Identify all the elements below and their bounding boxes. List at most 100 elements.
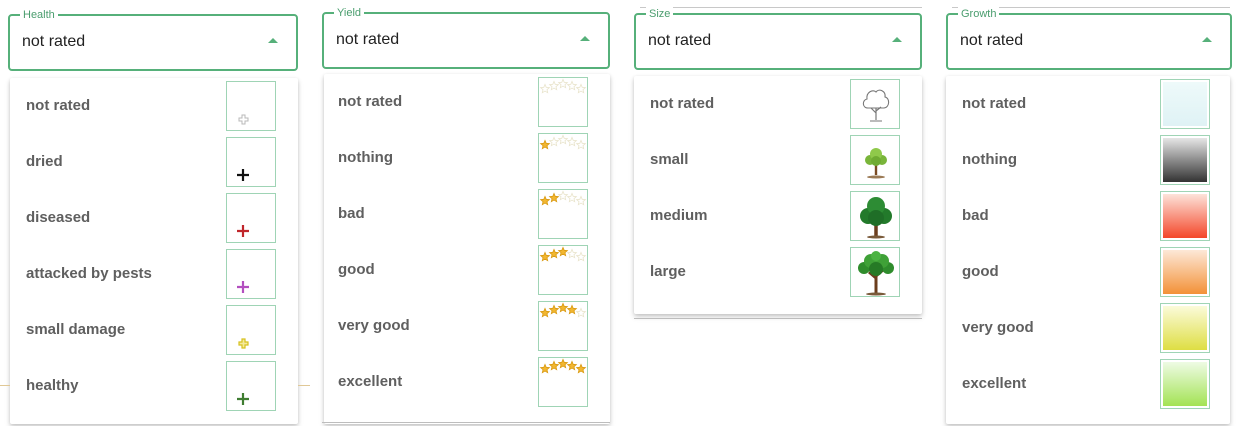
plus-icon	[226, 137, 276, 187]
gradient-fill	[1163, 306, 1207, 350]
star-empty-icon	[575, 83, 587, 94]
star-filled-icon	[548, 192, 560, 203]
stars-icon	[538, 357, 588, 407]
growth-option-nothing[interactable]: nothing	[946, 132, 1230, 188]
yield-option-not-rated[interactable]: not rated	[324, 74, 610, 130]
gradient-fill	[1163, 250, 1207, 294]
plus-icon	[226, 249, 276, 299]
yield-select[interactable]: Yield not rated	[322, 6, 610, 69]
growth-selected-value: not rated	[960, 32, 1024, 49]
option-label: excellent	[338, 373, 403, 390]
yield-option-excellent[interactable]: excellent	[324, 354, 610, 410]
star-filled-icon	[539, 195, 551, 206]
plus-icon	[226, 361, 276, 411]
growth-option-excellent[interactable]: excellent	[946, 356, 1230, 412]
star-filled-icon	[539, 363, 551, 374]
option-label: very good	[962, 319, 1034, 336]
size-option-medium[interactable]: medium	[634, 188, 922, 244]
plus-outline-icon	[226, 81, 276, 131]
gradient-swatch-icon	[1160, 191, 1210, 241]
star-empty-icon	[575, 251, 587, 262]
gradient-swatch-icon	[1160, 303, 1210, 353]
yield-option-good[interactable]: good	[324, 242, 610, 298]
health-option-healthy[interactable]: healthy	[10, 358, 298, 414]
size-option-not-rated[interactable]: not rated	[634, 76, 922, 132]
star-empty-icon	[548, 80, 560, 91]
growth-option-good[interactable]: good	[946, 244, 1230, 300]
star-filled-icon	[539, 307, 551, 318]
size-option-small[interactable]: small	[634, 132, 922, 188]
large-tree-icon	[850, 247, 900, 297]
star-filled-icon	[566, 304, 578, 315]
health-legend: Health	[20, 8, 58, 22]
star-empty-icon	[557, 190, 569, 201]
stars-icon	[538, 133, 588, 183]
health-option-not-rated[interactable]: not rated	[10, 78, 298, 134]
health-options-menu: not rated dried diseased attacked by pes…	[10, 78, 298, 424]
growth-select[interactable]: Growth not rated	[946, 7, 1232, 70]
health-option-dried[interactable]: dried	[10, 134, 298, 190]
yield-selected-value: not rated	[336, 31, 400, 48]
small-tree-icon	[850, 135, 900, 185]
gradient-fill	[1163, 138, 1207, 182]
gradient-swatch-icon	[1160, 247, 1210, 297]
growth-option-very-good[interactable]: very good	[946, 300, 1230, 356]
star-filled-icon	[575, 363, 587, 374]
gradient-swatch-icon	[1160, 135, 1210, 185]
growth-legend: Growth	[958, 7, 1000, 21]
size-option-large[interactable]: large	[634, 244, 922, 300]
option-label: small	[650, 151, 689, 168]
growth-options-menu: not rated nothing bad good very good exc…	[946, 76, 1230, 424]
star-filled-icon	[548, 304, 560, 315]
gradient-swatch-icon	[1160, 79, 1210, 129]
yield-legend: Yield	[334, 6, 365, 20]
star-filled-icon	[548, 360, 560, 371]
option-label: medium	[650, 207, 708, 224]
size-options-menu: not rated small medium large	[634, 76, 922, 314]
yield-option-nothing[interactable]: nothing	[324, 130, 610, 186]
option-label: not rated	[26, 97, 91, 114]
caret-up-icon[interactable]	[580, 36, 590, 41]
size-select[interactable]: Size not rated	[634, 7, 922, 70]
star-empty-icon	[539, 83, 551, 94]
caret-up-icon[interactable]	[892, 37, 902, 42]
divider	[322, 422, 610, 423]
stars-icon	[538, 245, 588, 295]
yield-option-bad[interactable]: bad	[324, 186, 610, 242]
star-filled-icon	[557, 358, 569, 369]
star-empty-icon	[566, 248, 578, 259]
star-empty-icon	[575, 307, 587, 318]
size-legend: Size	[646, 7, 674, 21]
option-label: bad	[338, 205, 365, 222]
star-empty-icon	[566, 136, 578, 147]
health-select[interactable]: Health not rated	[8, 8, 298, 71]
health-option-small-damage[interactable]: small damage	[10, 302, 298, 358]
growth-option-bad[interactable]: bad	[946, 188, 1230, 244]
star-filled-icon	[539, 139, 551, 150]
star-empty-icon	[557, 134, 569, 145]
underline-decoration	[298, 385, 310, 386]
growth-option-not-rated[interactable]: not rated	[946, 76, 1230, 132]
star-empty-icon	[575, 195, 587, 206]
option-label: small damage	[26, 321, 126, 338]
caret-up-icon[interactable]	[268, 38, 278, 43]
option-label: nothing	[962, 151, 1017, 168]
star-filled-icon	[548, 248, 560, 259]
stars-icon	[538, 301, 588, 351]
yield-options-menu: not rated nothing bad good very good exc…	[324, 74, 610, 424]
stars-icon	[538, 77, 588, 127]
health-option-attacked-by-pests[interactable]: attacked by pests	[10, 246, 298, 302]
caret-up-icon[interactable]	[1202, 37, 1212, 42]
option-label: very good	[338, 317, 410, 334]
divider	[634, 318, 922, 319]
option-label: excellent	[962, 375, 1027, 392]
option-label: not rated	[338, 93, 403, 110]
yield-option-very-good[interactable]: very good	[324, 298, 610, 354]
star-empty-icon	[548, 136, 560, 147]
health-option-diseased[interactable]: diseased	[10, 190, 298, 246]
star-filled-icon	[557, 246, 569, 257]
option-label: attacked by pests	[26, 265, 152, 282]
medium-tree-icon	[850, 191, 900, 241]
star-empty-icon	[566, 80, 578, 91]
star-filled-icon	[566, 360, 578, 371]
